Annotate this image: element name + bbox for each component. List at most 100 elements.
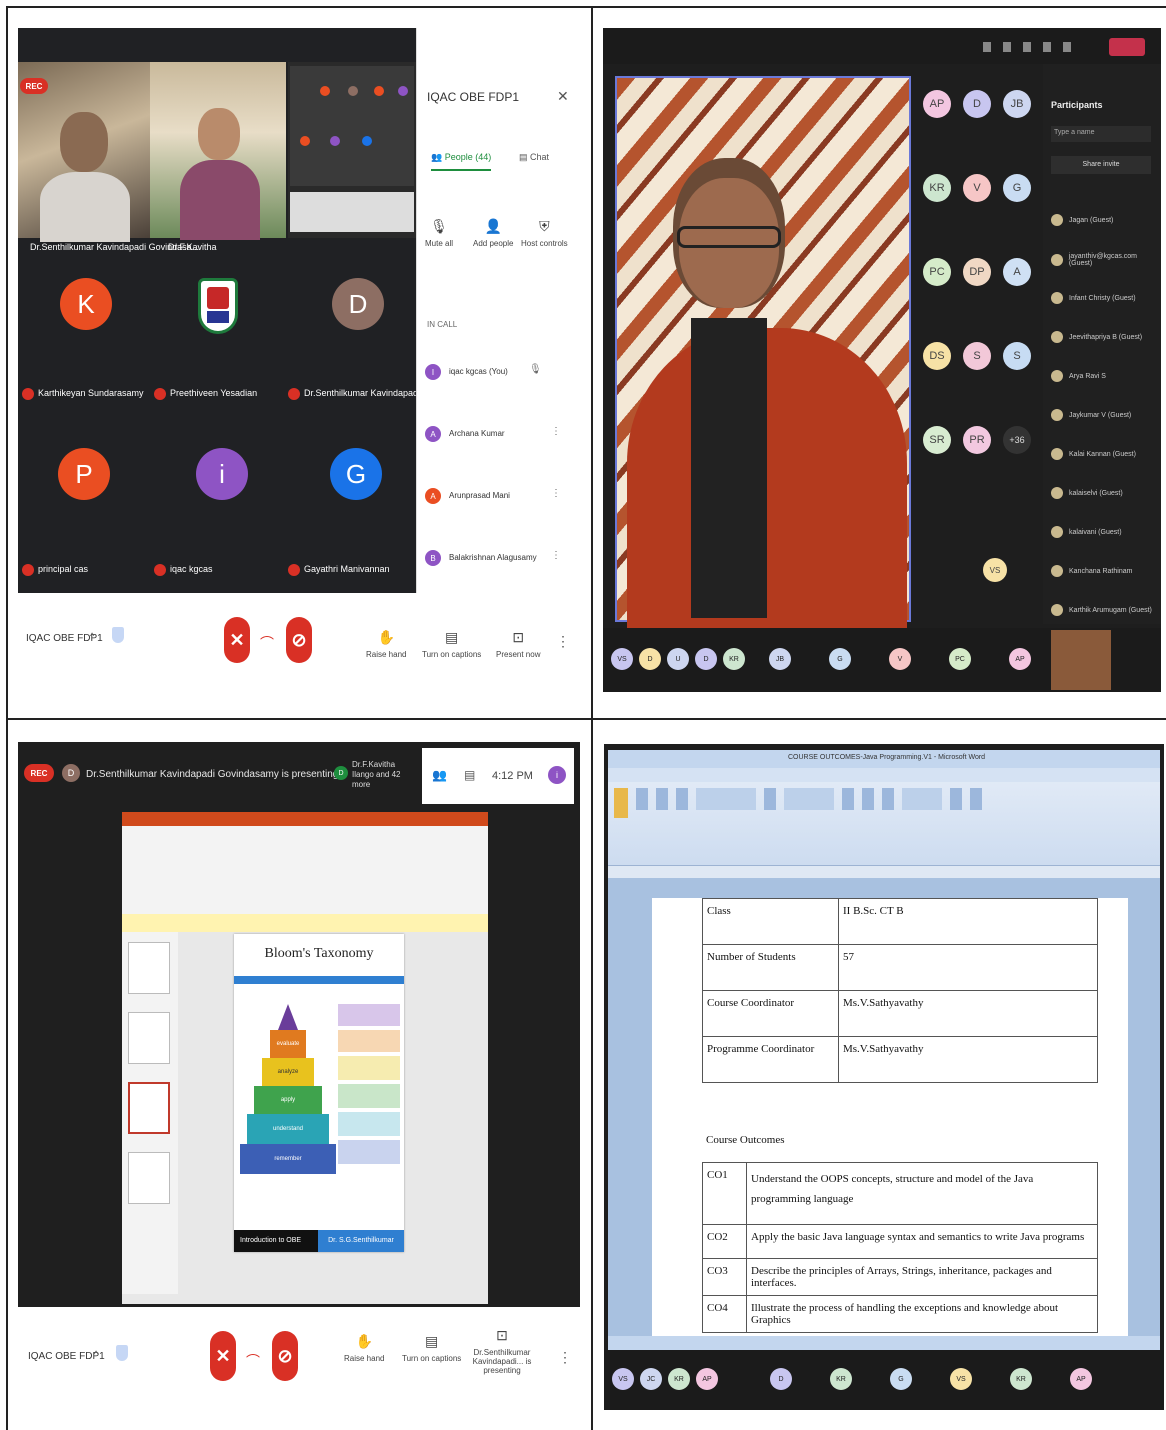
panel-title: Participants: [1051, 100, 1103, 110]
hang-up-button[interactable]: ⌒: [260, 633, 274, 653]
chevron-up-icon[interactable]: ^: [94, 1349, 98, 1359]
toolbar-icon[interactable]: [1023, 42, 1031, 52]
list-item[interactable]: Jagan (Guest): [1051, 214, 1113, 226]
avatar: AP: [696, 1368, 718, 1390]
tab-people[interactable]: 👥 People (44): [431, 152, 492, 171]
avatar: KR: [668, 1368, 690, 1390]
search-input[interactable]: Type a name: [1051, 126, 1151, 142]
in-call-label: IN CALL: [427, 320, 458, 329]
present-icon: ⊡: [512, 629, 525, 645]
presenter-short: Dr.F.Kavitha Ilango and 42 more: [352, 760, 401, 789]
list-item[interactable]: Kalai Kannan (Guest): [1051, 448, 1136, 460]
list-item[interactable]: Infant Christy (Guest): [1051, 292, 1136, 304]
avatar: VS: [612, 1368, 634, 1390]
mute-all-button[interactable]: 🎙 Mute all: [425, 218, 453, 248]
more-icon[interactable]: ⋮: [551, 550, 561, 561]
chevron-up-icon[interactable]: ^: [90, 631, 94, 641]
participant-tile-4: P principal cas: [18, 420, 150, 592]
avatar: [1051, 565, 1063, 577]
mic-off-button[interactable]: ✕: [210, 1331, 236, 1381]
present-icon: ⊡: [496, 1327, 508, 1343]
avatar: A: [425, 488, 441, 504]
mute-icon: 🎙: [430, 218, 448, 234]
top-right-panel: 👥 ▤ 4:12 PM i: [422, 748, 574, 804]
self-video-thumbnail: [1051, 630, 1111, 690]
tab-chat[interactable]: ▤ Chat: [519, 152, 549, 163]
shield-icon: ⛨: [539, 218, 550, 234]
avatar: D: [963, 90, 991, 118]
avatar: G: [330, 448, 382, 500]
table-row: CO4 Illustrate the process of handling th…: [702, 1295, 1098, 1333]
avatar: VS: [983, 558, 1007, 582]
more-options-icon[interactable]: ⋮: [558, 1349, 572, 1366]
bottom-strip: VS JC KR AP D KR G VS KR AP: [604, 1350, 1164, 1410]
shield-icon: [112, 627, 124, 643]
add-people-button[interactable]: 👤 Add people: [473, 218, 513, 248]
toolbar-icon[interactable]: [1063, 42, 1071, 52]
list-item[interactable]: Karthik Arumugam (Guest): [1051, 604, 1152, 616]
list-item[interactable]: Jeevithapriya B (Guest): [1051, 331, 1142, 343]
list-item[interactable]: Jaykumar V (Guest): [1051, 409, 1131, 421]
participant-name: Karthikeyan Sundarasamy: [38, 388, 144, 398]
avatar: G: [890, 1368, 912, 1390]
screen-share-thumbnail: [288, 62, 416, 238]
slide: Bloom's Taxonomy evaluate analyze apply …: [234, 934, 404, 1252]
hang-up-button[interactable]: ⌒: [246, 1351, 260, 1371]
more-icon[interactable]: ⋮: [551, 488, 561, 499]
avatar: D: [62, 764, 80, 782]
presentation-top-bar: REC D Dr.Senthilkumar Kavindapadi Govind…: [18, 742, 580, 816]
avatar: P: [58, 448, 110, 500]
avatar: [1051, 254, 1063, 266]
list-item[interactable]: kalaiselvi (Guest): [1051, 487, 1123, 499]
border-left: [6, 6, 8, 1430]
level-apply: apply: [254, 1086, 322, 1114]
hand-icon: ✋: [377, 629, 395, 645]
mic-off-button[interactable]: ✕: [224, 617, 250, 663]
chat-icon: ▤: [519, 152, 531, 162]
participant-tile-5: i iqac kgcas: [150, 420, 284, 592]
participant-name: Gayathri Manivannan: [304, 564, 390, 574]
more-participants-button[interactable]: +36: [1003, 426, 1031, 454]
share-invite-button[interactable]: Share invite: [1051, 156, 1151, 174]
mic-muted-icon: [154, 388, 166, 400]
chat-icon[interactable]: ▤: [464, 768, 475, 782]
list-item[interactable]: kalaivani (Guest): [1051, 526, 1122, 538]
captions-button[interactable]: ▤ Turn on captions: [422, 629, 481, 659]
avatar: AP: [1070, 1368, 1092, 1390]
list-item: A Archana Kumar ⋮: [425, 424, 575, 448]
camera-off-button[interactable]: ⊘: [272, 1331, 298, 1381]
avatar: K: [60, 278, 112, 330]
course-info-table: Class II B.Sc. CT B Number of Students 57 …: [702, 898, 1098, 1083]
more-options-icon[interactable]: ⋮: [556, 633, 570, 650]
people-icon[interactable]: 👥: [432, 768, 447, 782]
list-item[interactable]: Kanchana Rathinam: [1051, 565, 1132, 577]
list-item[interactable]: Arya Ravi S: [1051, 370, 1106, 382]
close-icon[interactable]: ✕: [557, 88, 569, 105]
level-create: [278, 1004, 298, 1030]
more-icon[interactable]: ⋮: [551, 426, 561, 437]
raise-hand-button[interactable]: ✋ Raise hand: [366, 629, 406, 659]
list-item[interactable]: jayanthiv@kgcas.com (Guest): [1051, 253, 1161, 267]
participant-name: iqac kgcas: [170, 564, 213, 574]
presenting-button[interactable]: ⊡ Dr.Senthilkumar Kavindapadi... is prese…: [460, 1327, 544, 1375]
mic-icon: 🎙: [529, 364, 542, 375]
present-now-button[interactable]: ⊡ Present now: [496, 629, 540, 659]
list-item: A Arunprasad Mani ⋮: [425, 486, 575, 510]
raise-hand-button[interactable]: ✋ Raise hand: [344, 1333, 384, 1363]
ribbon-buttons[interactable]: [614, 788, 1044, 832]
camera-off-button[interactable]: ⊘: [286, 617, 312, 663]
avatar: KR: [830, 1368, 852, 1390]
leave-button[interactable]: [1109, 38, 1145, 56]
table-row: CO3 Describe the principles of Arrays, St…: [702, 1258, 1098, 1296]
toolbar-icon[interactable]: [983, 42, 991, 52]
word-window: COURSE OUTCOMES-Java Programming.V1 - Mi…: [608, 750, 1160, 1350]
avatar: D: [639, 648, 661, 670]
avatar: D: [334, 766, 348, 780]
captions-button[interactable]: ▤ Turn on captions: [402, 1333, 461, 1363]
host-controls-button[interactable]: ⛨ Host controls: [521, 218, 568, 248]
toolbar-icon[interactable]: [1003, 42, 1011, 52]
divider-horizontal: [6, 718, 1166, 720]
toolbar-icon[interactable]: [1043, 42, 1051, 52]
teams-screenshot: AP D JB KR V G PC DP A DS S S SR PR +36 …: [603, 28, 1161, 692]
avatar: S: [1003, 342, 1031, 370]
